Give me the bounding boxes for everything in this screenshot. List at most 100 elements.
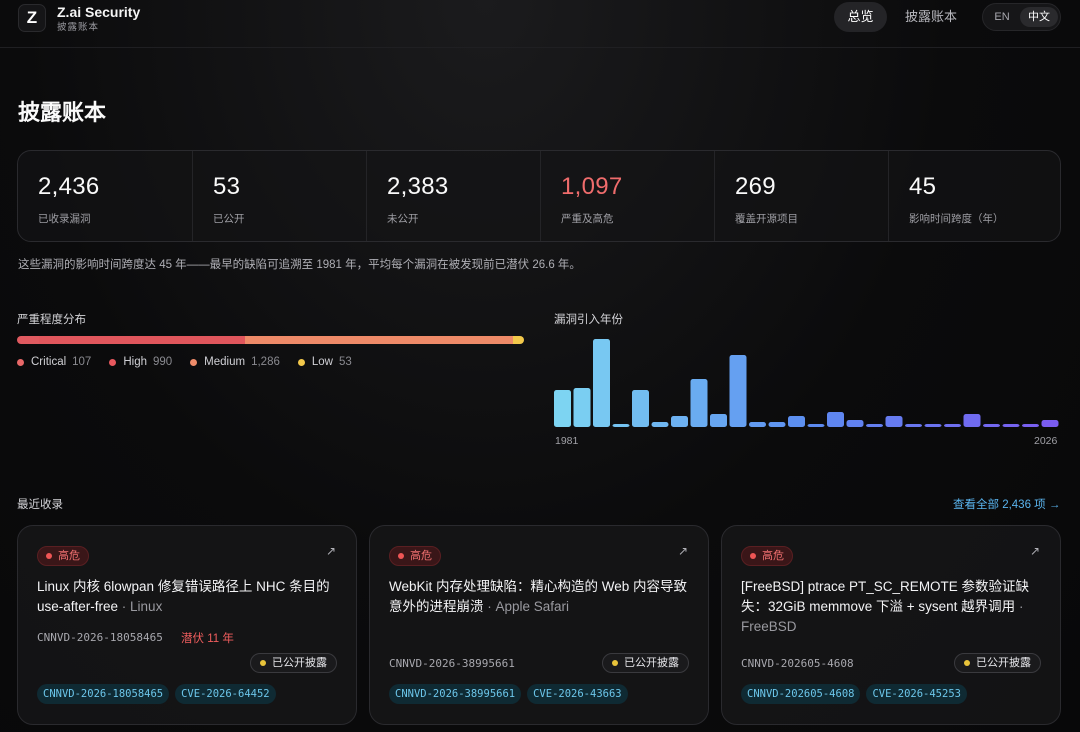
page-title: 披露账本	[18, 100, 107, 125]
stat-time-span: 45 影响时间跨度（年）	[888, 151, 1060, 241]
disclosure-label: 已公开披露	[976, 657, 1031, 669]
severity-segment-critical	[17, 336, 40, 344]
external-link-icon[interactable]: ↗	[1030, 544, 1040, 558]
legend-name: High	[123, 356, 147, 368]
legend-high: High 990	[109, 356, 172, 368]
year-bar	[846, 420, 864, 427]
vuln-card[interactable]: 高危 ↗ [FreeBSD] ptrace PT_SC_REMOTE 参数验证缺…	[721, 525, 1061, 725]
card-title-text: [FreeBSD] ptrace PT_SC_REMOTE 参数验证缺失：32G…	[741, 579, 1030, 614]
lang-en[interactable]: EN	[987, 7, 1017, 27]
dot-icon	[46, 553, 52, 559]
year-bar	[1002, 424, 1020, 427]
dot-icon	[398, 553, 404, 559]
lang-zh[interactable]: 中文	[1020, 7, 1058, 27]
stat-label: 影响时间跨度（年）	[909, 213, 1004, 225]
dot-icon	[297, 358, 305, 366]
stat-value: 269	[735, 173, 776, 200]
nav-ledger[interactable]: 披露账本	[896, 2, 966, 32]
severity-legend: Critical 107 High 990 Medium 1,286 Low 5…	[17, 356, 370, 368]
nav-overview[interactable]: 总览	[834, 2, 887, 32]
brand-subtitle: 披露账本	[57, 22, 100, 33]
stat-unpublished: 2,383 未公开	[366, 151, 540, 241]
id-tag[interactable]: CNNVD-202605-4608	[741, 684, 861, 704]
vuln-card[interactable]: 高危 ↗ WebKit 内存处理缺陷：精心构造的 Web 内容导致意外的进程崩溃…	[369, 525, 709, 725]
card-vendor: · Linux	[118, 599, 163, 614]
logo-icon[interactable]: Z	[18, 4, 46, 32]
year-bar	[924, 424, 942, 427]
severity-badge: 高危	[389, 546, 441, 566]
year-bar	[651, 422, 669, 427]
severity-badge: 高危	[741, 546, 793, 566]
view-all-link[interactable]: 查看全部 2,436 项 →	[953, 496, 1060, 512]
year-bar	[768, 422, 786, 427]
tag-list: CNNVD-202605-4608 CVE-2026-45253	[741, 684, 967, 704]
top-bar: Z Z.ai Security 披露账本 总览 披露账本 EN 中文	[0, 0, 1080, 48]
year-bar	[1022, 424, 1039, 427]
id-tag[interactable]: CVE-2026-45253	[866, 684, 967, 704]
stat-critical-high: 1,097 严重及高危	[540, 151, 714, 241]
year-bar	[710, 414, 727, 427]
stat-value: 2,383	[387, 173, 449, 200]
year-bar	[632, 390, 649, 427]
stat-label: 覆盖开源项目	[735, 213, 798, 225]
recent-title: 最近收录	[17, 499, 63, 511]
id-tag[interactable]: CVE-2026-64452	[175, 684, 276, 704]
severity-badge: 高危	[37, 546, 89, 566]
year-bar	[983, 424, 1000, 427]
vuln-card[interactable]: 高危 ↗ Linux 内核 6lowpan 修复错误路径上 NHC 条目的 us…	[17, 525, 357, 725]
tag-list: CNNVD-2026-38995661 CVE-2026-43663	[389, 684, 628, 704]
stat-value: 45	[909, 173, 937, 200]
year-bar	[729, 355, 747, 427]
disclosure-badge: 已公开披露	[602, 653, 689, 673]
legend-name: Medium	[204, 356, 246, 368]
tag-list: CNNVD-2026-18058465 CVE-2026-64452	[37, 684, 276, 704]
id-tag[interactable]: CNNVD-2026-18058465	[37, 684, 170, 704]
stat-label: 已收录漏洞	[38, 213, 91, 225]
card-id: CNNVD-2026-38995661	[389, 657, 515, 670]
summary-text: 这些漏洞的影响时间跨度达 45 年——最早的缺陷可追溯至 1981 年，平均每个…	[18, 259, 581, 271]
year-bar	[554, 390, 571, 427]
year-bar	[788, 416, 805, 427]
dot-icon	[260, 660, 266, 666]
disclosure-badge: 已公开披露	[954, 653, 1041, 673]
card-id: CNNVD-2026-18058465	[37, 631, 163, 644]
card-id: CNNVD-202605-4608	[741, 657, 854, 670]
external-link-icon[interactable]: ↗	[326, 544, 336, 558]
severity-label: 高危	[410, 550, 432, 562]
year-bar	[885, 416, 903, 427]
legend-count: 1,286	[251, 356, 280, 368]
year-bar	[866, 424, 883, 427]
stat-value: 2,436	[38, 173, 100, 200]
external-link-icon[interactable]: ↗	[678, 544, 688, 558]
dot-icon	[17, 358, 24, 366]
year-bar	[963, 414, 981, 427]
year-bar	[593, 339, 610, 427]
card-title[interactable]: WebKit 内存处理缺陷：精心构造的 Web 内容导致意外的进程崩溃 · Ap…	[389, 577, 689, 617]
card-title[interactable]: Linux 内核 6lowpan 修复错误路径上 NHC 条目的 use-aft…	[37, 577, 337, 617]
year-bar	[671, 416, 688, 427]
year-bar	[690, 379, 708, 427]
card-title[interactable]: [FreeBSD] ptrace PT_SC_REMOTE 参数验证缺失：32G…	[741, 577, 1041, 637]
dot-icon	[964, 660, 970, 666]
year-bar	[944, 424, 961, 427]
id-tag[interactable]: CVE-2026-43663	[527, 684, 628, 704]
dot-icon	[612, 660, 618, 666]
disclosure-badge: 已公开披露	[250, 653, 337, 673]
year-bar	[807, 424, 825, 427]
severity-title: 严重程度分布	[17, 314, 86, 326]
stat-label: 未公开	[387, 213, 419, 225]
brand-title[interactable]: Z.ai Security	[57, 4, 140, 20]
stat-total: 2,436 已收录漏洞	[18, 151, 192, 241]
year-bar	[573, 388, 591, 427]
severity-segment-medium	[245, 336, 513, 344]
severity-segment-high	[39, 336, 246, 344]
id-tag[interactable]: CNNVD-2026-38995661	[389, 684, 522, 704]
stat-label: 已公开	[213, 213, 245, 225]
severity-bar	[17, 336, 524, 344]
legend-medium: Medium 1,286	[190, 356, 280, 368]
stats-panel: 2,436 已收录漏洞 53 已公开 2,383 未公开 1,097 严重及高危…	[17, 150, 1061, 242]
legend-count: 53	[338, 356, 352, 368]
year-end-label: 2026	[1034, 435, 1058, 447]
year-bar	[1041, 420, 1059, 427]
card-title-text: Linux 内核 6lowpan 修复错误路径上 NHC 条目的 use-aft…	[37, 579, 330, 614]
